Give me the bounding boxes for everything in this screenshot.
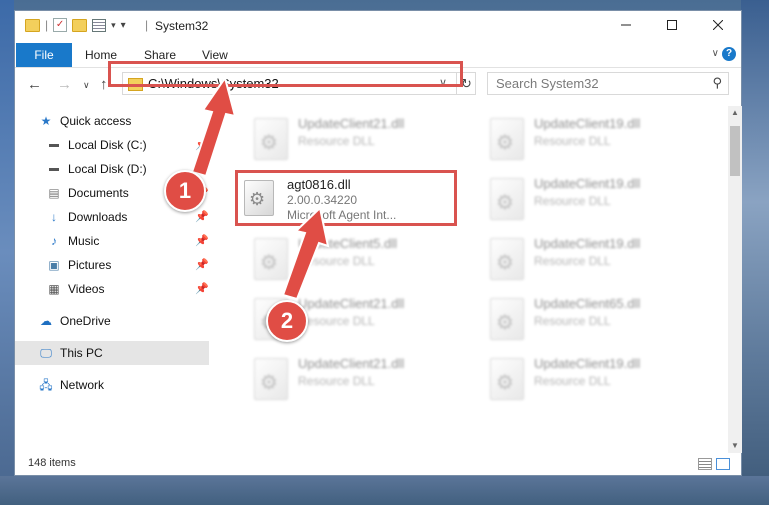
step-badge-1: 1 xyxy=(164,170,206,212)
arrow-2 xyxy=(281,206,330,301)
annotation-arrows xyxy=(190,75,330,301)
arrow-1 xyxy=(190,75,237,178)
step-badge-2: 2 xyxy=(266,300,308,342)
